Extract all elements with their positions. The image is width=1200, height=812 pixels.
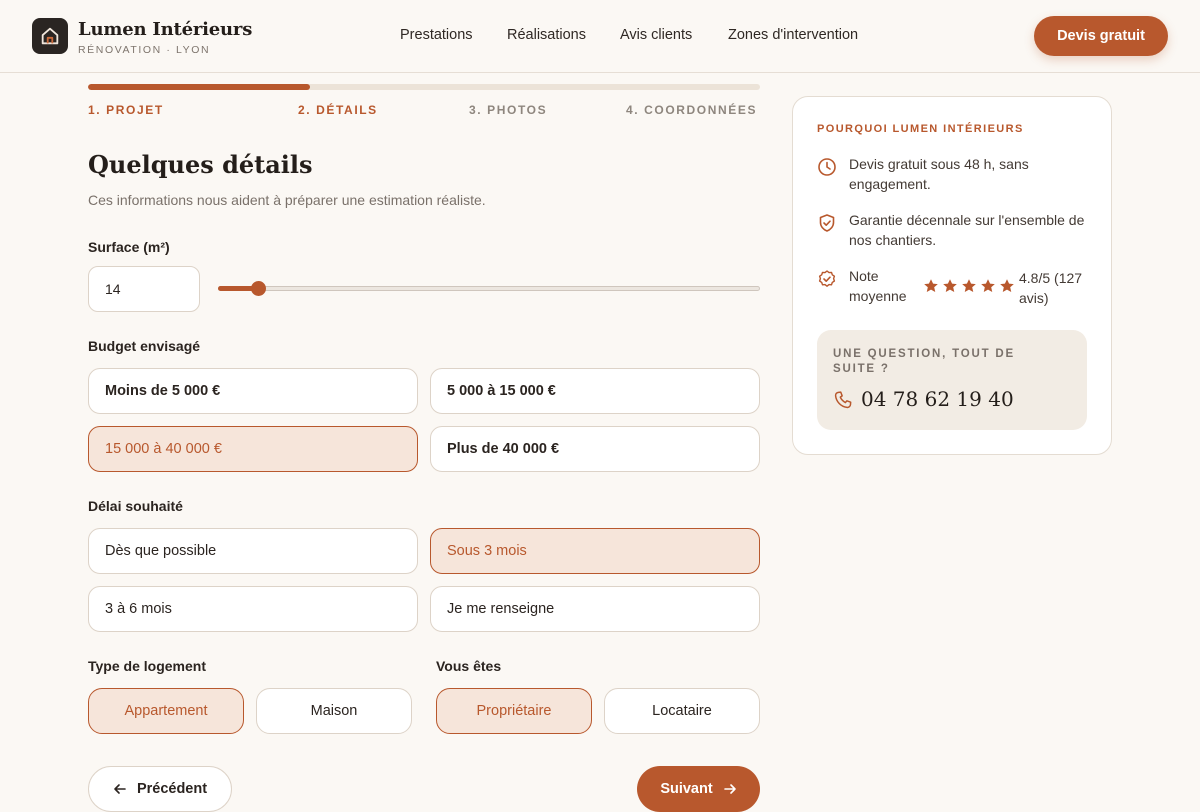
progress-fill	[88, 84, 310, 90]
benefit-guarantee: Garantie décennale sur l'ensemble de nos…	[849, 212, 1085, 248]
housing-label: Type de logement	[88, 658, 206, 674]
step-projet: 1. PROJET	[88, 103, 164, 117]
housing-option-maison[interactable]: Maison	[256, 688, 412, 734]
brand-subtitle: RÉNOVATION · LYON	[78, 44, 211, 56]
question-box: UNE QUESTION, TOUT DE SUITE ? 04 78 62 1…	[817, 330, 1087, 430]
page-subtitle: Ces informations nous aident à préparer …	[88, 192, 486, 208]
rating-stars	[923, 278, 1015, 294]
star-icon	[924, 279, 938, 292]
surface-label: Surface (m²)	[88, 239, 170, 255]
benefit-free-quote: Devis gratuit sous 48 h, sans engagement…	[849, 156, 1029, 192]
devis-gratuit-button[interactable]: Devis gratuit	[1034, 16, 1168, 56]
star-icon	[1000, 279, 1014, 292]
rating-label: Note moyenne	[849, 268, 907, 304]
status-label: Vous êtes	[436, 658, 502, 674]
progress-bar	[88, 84, 760, 90]
delay-option-3-months[interactable]: Sous 3 mois	[430, 528, 760, 574]
surface-input[interactable]	[88, 266, 200, 312]
why-us-card: POURQUOI LUMEN INTÉRIEURS Devis gratuit …	[792, 96, 1112, 455]
site-header: Lumen Intérieurs RÉNOVATION · LYON Prest…	[0, 0, 1200, 73]
nav-realisations[interactable]: Réalisations	[507, 27, 586, 43]
nav-avis-clients[interactable]: Avis clients	[620, 27, 692, 43]
housing-option-appartement[interactable]: Appartement	[88, 688, 244, 734]
house-logo-icon[interactable]	[32, 18, 68, 54]
budget-option-1[interactable]: Moins de 5 000 €	[88, 368, 418, 414]
delay-option-3-6-months[interactable]: 3 à 6 mois	[88, 586, 418, 632]
next-button[interactable]: Suivant	[637, 766, 760, 812]
previous-label: Précédent	[136, 781, 208, 797]
budget-label: Budget envisagé	[88, 338, 201, 354]
page-title: Quelques détails	[88, 150, 313, 179]
arrow-right-icon	[723, 784, 736, 794]
star-icon	[943, 279, 957, 292]
delay-option-info[interactable]: Je me renseigne	[430, 586, 760, 632]
shield-check-icon	[819, 214, 835, 232]
step-photos: 3. PHOTOS	[469, 103, 548, 117]
rating-value: 4.8/5 (127 avis)	[1019, 270, 1083, 306]
arrow-left-icon	[114, 784, 126, 794]
slider-track	[218, 286, 760, 291]
step-coordonnees: 4. COORDONNÉES	[626, 103, 758, 117]
next-label: Suivant	[660, 781, 713, 797]
card-heading: POURQUOI LUMEN INTÉRIEURS	[817, 123, 1024, 135]
surface-slider[interactable]	[218, 280, 760, 298]
badge-check-icon	[818, 270, 836, 287]
clock-icon	[818, 158, 836, 176]
star-icon	[981, 279, 995, 292]
phone-number[interactable]: 04 78 62 19 40	[861, 387, 1014, 411]
brand-name[interactable]: Lumen Intérieurs	[78, 19, 252, 40]
status-option-proprietaire[interactable]: Propriétaire	[436, 688, 592, 734]
slider-thumb[interactable]	[251, 281, 267, 296]
nav-zones-intervention[interactable]: Zones d'intervention	[728, 27, 858, 43]
step-details: 2. DÉTAILS	[298, 103, 378, 117]
delay-label: Délai souhaité	[88, 498, 183, 514]
delay-option-asap[interactable]: Dès que possible	[88, 528, 418, 574]
star-icon	[962, 279, 976, 292]
previous-button[interactable]: Précédent	[88, 766, 232, 812]
question-heading: UNE QUESTION, TOUT DE SUITE ?	[833, 348, 1015, 375]
phone-icon	[834, 391, 852, 409]
budget-option-4[interactable]: Plus de 40 000 €	[430, 426, 760, 472]
budget-option-2[interactable]: 5 000 à 15 000 €	[430, 368, 760, 414]
nav-prestations[interactable]: Prestations	[400, 27, 473, 43]
status-option-locataire[interactable]: Locataire	[604, 688, 760, 734]
budget-option-3[interactable]: 15 000 à 40 000 €	[88, 426, 418, 472]
